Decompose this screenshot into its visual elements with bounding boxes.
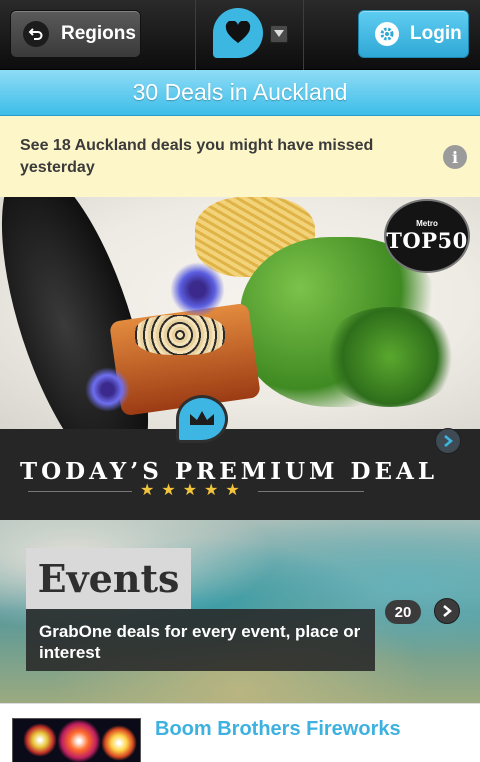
events-description-text: GrabOne deals for every event, place or … <box>39 622 361 662</box>
events-count-badge: 20 <box>385 600 421 624</box>
premium-deal-card[interactable]: Metro TOP50 TODAY’S PREMIUM DEAL ★★★★★ <box>0 197 480 520</box>
nav-divider <box>303 0 304 70</box>
events-description: GrabOne deals for every event, place or … <box>26 609 375 671</box>
divider <box>28 491 132 492</box>
deal-title: Boom Brothers Fireworks <box>155 718 401 740</box>
triangle-down-icon[interactable] <box>270 25 288 43</box>
regions-button[interactable]: Regions <box>10 10 141 58</box>
premium-deal-band: TODAY’S PREMIUM DEAL ★★★★★ <box>0 429 480 520</box>
top50-badge: Metro TOP50 <box>384 199 470 273</box>
events-label-text: Events <box>37 556 180 601</box>
notice-text: See 18 Auckland deals you might have mis… <box>20 136 374 176</box>
missed-deals-notice[interactable]: See 18 Auckland deals you might have mis… <box>0 116 480 197</box>
back-arrow-icon <box>23 21 49 47</box>
top50-badge-text: TOP50 <box>386 228 468 253</box>
login-button[interactable]: Login <box>358 10 469 58</box>
crown-icon <box>176 395 228 443</box>
events-label: Events <box>26 548 191 609</box>
gear-icon <box>375 22 399 46</box>
nav-divider <box>195 0 196 70</box>
star-rating: ★★★★★ <box>140 482 247 499</box>
top50-badge-small: Metro <box>416 219 438 228</box>
deals-count-title: 30 Deals in Auckland <box>132 79 348 105</box>
divider <box>258 491 364 492</box>
regions-button-label: Regions <box>61 23 136 44</box>
list-item[interactable]: Boom Brothers Fireworks <box>0 703 480 762</box>
top-nav-bar: Regions Login <box>0 0 480 70</box>
premium-deal-image: Metro TOP50 <box>0 197 480 429</box>
heart-bubble-icon[interactable] <box>213 8 263 58</box>
chevron-right-icon[interactable] <box>435 428 461 454</box>
login-button-label: Login <box>410 23 462 44</box>
deal-thumbnail <box>12 718 141 762</box>
chevron-right-icon[interactable] <box>434 598 460 624</box>
deals-count-bar: 30 Deals in Auckland <box>0 70 480 116</box>
info-icon[interactable]: i <box>443 145 467 169</box>
events-category-card[interactable]: Events GrabOne deals for every event, pl… <box>0 520 480 703</box>
